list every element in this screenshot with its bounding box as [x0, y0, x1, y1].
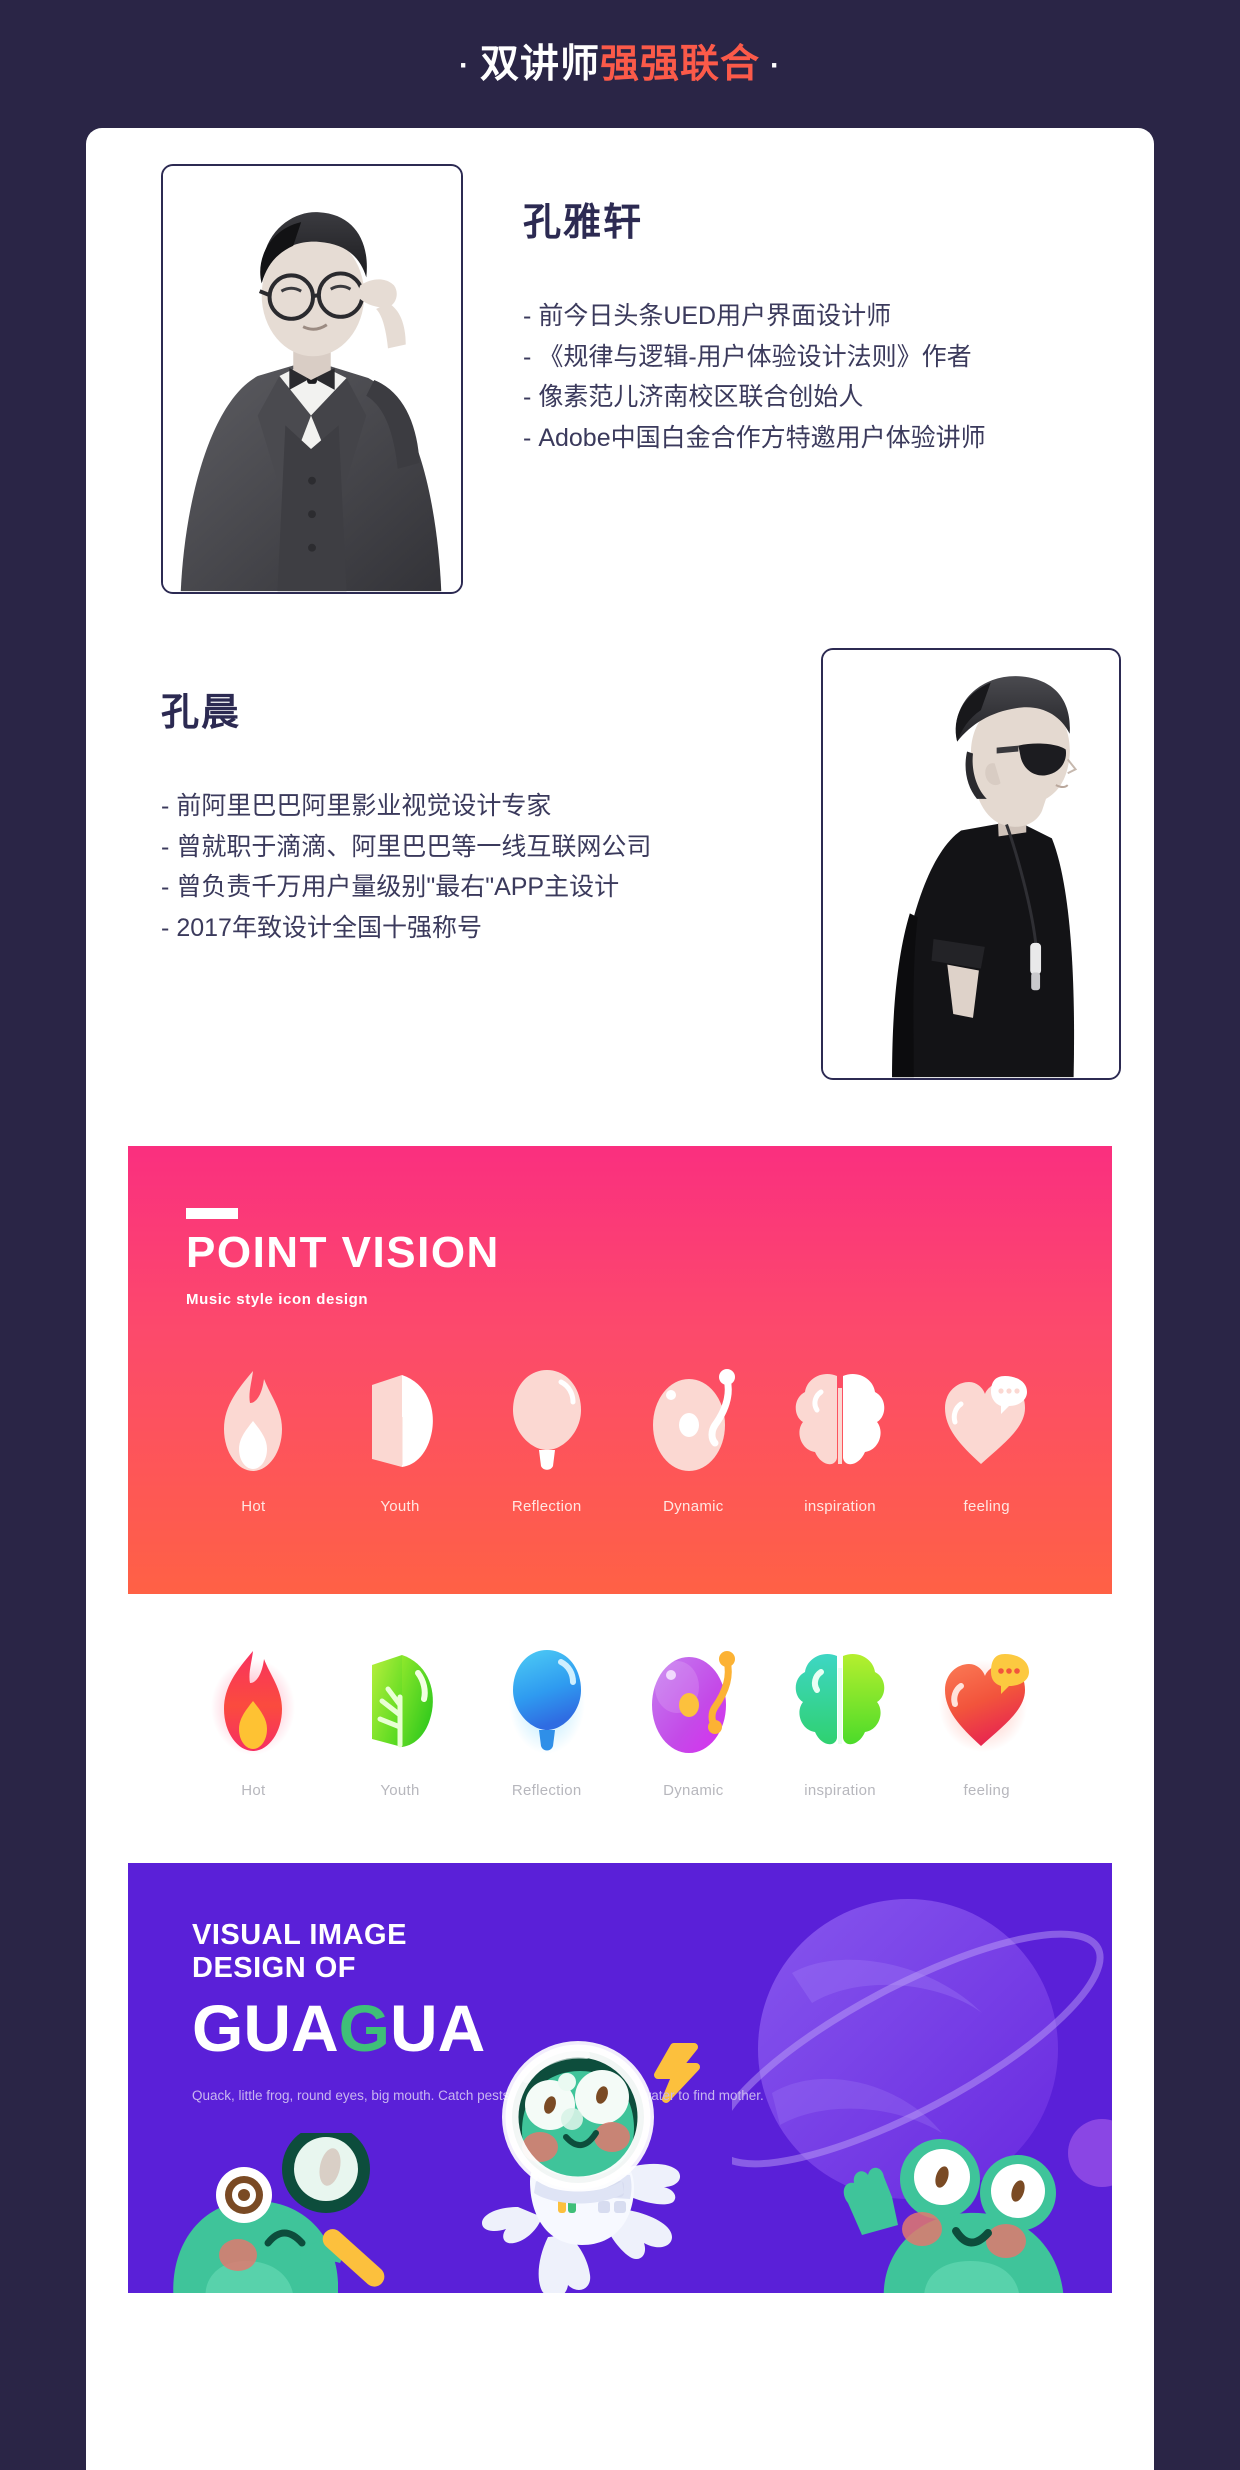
point-vision-rule	[186, 1208, 238, 1219]
list-item: - 曾负责千万用户量级别"最右"APP主设计	[161, 867, 781, 908]
instructor-block-1: 孔雅轩 - 前今日头条UED用户界面设计师 - 《规律与逻辑-用户体验设计法则》作者…	[86, 128, 1154, 594]
flame-icon	[180, 1366, 327, 1476]
point-vision-subtitle: Music style icon design	[186, 1291, 369, 1308]
list-item: - 前今日头条UED用户界面设计师	[523, 296, 986, 337]
list-item: - Adobe中国白金合作方特邀用户体验讲师	[523, 418, 986, 459]
promo-page: · 双讲师强强联合 · 孔雅轩 - 前今日头条UED用户界面设计师 - 《规律与…	[0, 0, 1240, 2470]
instructor-1-photo-frame	[161, 164, 463, 594]
guagua-line-2: DESIGN OF	[192, 1952, 357, 1985]
icon-cell-dynamic-color[interactable]: Dynamic	[620, 1646, 767, 1799]
guagua-word-pre: GUA	[192, 1991, 339, 2066]
instructor-block-2: 孔晨 - 前阿里巴巴阿里影业视觉设计专家 - 曾就职于滴滴、阿里巴巴等一线互联网公司…	[86, 594, 1154, 1080]
record-icon	[620, 1366, 767, 1476]
list-item: - 曾就职于滴滴、阿里巴巴等一线互联网公司	[161, 827, 781, 868]
lightbulb-icon	[473, 1366, 620, 1476]
bullet-dash: -	[523, 383, 532, 411]
icon-caption: feeling	[963, 1782, 1010, 1799]
heart-icon	[913, 1646, 1060, 1756]
icon-cell-inspiration[interactable]: inspiration	[767, 1366, 914, 1515]
instructor-1-bullets: - 前今日头条UED用户界面设计师 - 《规律与逻辑-用户体验设计法则》作者 - 像素…	[523, 296, 986, 458]
icon-caption: Hot	[241, 1782, 266, 1799]
instructor-2-portrait	[823, 650, 1119, 1078]
instructor-2-name: 孔晨	[161, 692, 242, 734]
icon-caption: Dynamic	[663, 1782, 724, 1799]
list-item: - 像素范儿济南校区联合创始人	[523, 377, 986, 418]
leaf-icon	[327, 1646, 474, 1756]
title-dot-left: ·	[458, 49, 470, 83]
icon-cell-hot-color[interactable]: Hot	[180, 1646, 327, 1799]
record-icon	[620, 1646, 767, 1756]
bullet-text: 《规律与逻辑-用户体验设计法则》作者	[538, 342, 972, 371]
bullet-dash: -	[523, 302, 532, 330]
instructor-2-bullets: - 前阿里巴巴阿里影业视觉设计专家 - 曾就职于滴滴、阿里巴巴等一线互联网公司 -曾…	[161, 786, 781, 948]
brain-icon	[767, 1646, 914, 1756]
guagua-banner: VISUAL IMAGE DESIGN OF GUAGUA Quack, lit…	[128, 1863, 1112, 2293]
flame-icon	[180, 1646, 327, 1756]
bullet-dash: -	[161, 832, 170, 861]
brain-icon	[767, 1366, 914, 1476]
point-vision-banner: POINT VISION Music style icon design Hot	[128, 1146, 1112, 1594]
icon-caption: inspiration	[804, 1498, 876, 1515]
instructor-1-name: 孔雅轩	[523, 202, 644, 244]
bullet-dash: -	[523, 423, 532, 452]
astronaut-frog-icon	[482, 2041, 681, 2293]
point-vision-title: POINT VISION	[186, 1228, 500, 1277]
icon-cell-reflection-color[interactable]: Reflection	[473, 1646, 620, 1799]
instructor-2-photo-frame	[821, 648, 1121, 1080]
icon-cell-feeling-color[interactable]: feeling	[913, 1646, 1060, 1799]
content-card: 孔雅轩 - 前今日头条UED用户界面设计师 - 《规律与逻辑-用户体验设计法则》作者…	[86, 128, 1154, 2470]
icon-caption: Youth	[380, 1498, 420, 1515]
icon-cell-feeling[interactable]: feeling	[913, 1366, 1060, 1515]
lightbulb-icon	[473, 1646, 620, 1756]
instructor-1-info: 孔雅轩 - 前今日头条UED用户界面设计师 - 《规律与逻辑-用户体验设计法则》作者…	[463, 164, 986, 594]
icon-cell-inspiration-color[interactable]: inspiration	[767, 1646, 914, 1799]
bullet-text: 2017年致设计全国十强称号	[176, 913, 482, 942]
title-accent-part: 强强联合	[600, 42, 761, 86]
icon-caption: feeling	[963, 1498, 1010, 1515]
bullet-text: 曾负责千万用户量级别"最右"APP主设计	[176, 873, 620, 901]
title-dot-right: ·	[770, 49, 782, 83]
point-vision-icon-row: Hot Youth Reflection Dynamic inspiration…	[128, 1366, 1112, 1515]
point-vision-heading-block: POINT VISION Music style icon design	[128, 1146, 1112, 1308]
heart-icon	[913, 1366, 1060, 1476]
list-item: - 前阿里巴巴阿里影业视觉设计专家	[161, 786, 781, 827]
page-header: · 双讲师强强联合 ·	[0, 0, 1240, 128]
bullet-dash: -	[161, 913, 170, 942]
bullet-text: 前阿里巴巴阿里影业视觉设计专家	[176, 792, 552, 820]
bullet-dash: -	[161, 792, 170, 820]
guagua-word-green-g: G	[338, 1991, 391, 2066]
detective-frog-icon	[173, 2133, 385, 2293]
icon-caption: Reflection	[511, 1782, 582, 1799]
instructor-1-portrait	[163, 166, 461, 592]
icon-caption: Youth	[380, 1782, 420, 1799]
leaf-icon	[327, 1366, 474, 1476]
list-item: - 《规律与逻辑-用户体验设计法则》作者	[523, 337, 986, 378]
color-icon-row: Hot Youth Reflection Dynamic inspiration…	[128, 1594, 1112, 1799]
bullet-dash: -	[161, 873, 170, 901]
icon-cell-dynamic[interactable]: Dynamic	[620, 1366, 767, 1515]
waving-frog-icon	[843, 2139, 1064, 2293]
guagua-line-1: VISUAL IMAGE	[192, 1919, 407, 1951]
bullet-text: Adobe中国白金合作方特邀用户体验讲师	[538, 423, 986, 452]
icon-caption: Dynamic	[663, 1498, 724, 1515]
list-item: -2017年致设计全国十强称号	[161, 908, 781, 949]
page-title: · 双讲师强强联合 ·	[449, 45, 791, 84]
icon-cell-youth-color[interactable]: Youth	[327, 1646, 474, 1799]
bullet-dash: -	[523, 342, 532, 371]
title-white-part: 双讲师	[479, 42, 600, 86]
icon-caption: Reflection	[511, 1498, 582, 1515]
icon-cell-hot[interactable]: Hot	[180, 1366, 327, 1515]
icon-cell-reflection[interactable]: Reflection	[473, 1366, 620, 1515]
instructor-2-info: 孔晨 - 前阿里巴巴阿里影业视觉设计专家 - 曾就职于滴滴、阿里巴巴等一线互联网公司…	[161, 648, 781, 1080]
bullet-text: 曾就职于滴滴、阿里巴巴等一线互联网公司	[176, 832, 652, 861]
icon-caption: inspiration	[804, 1782, 876, 1799]
bullet-text: 前今日头条UED用户界面设计师	[538, 302, 892, 330]
icon-cell-youth[interactable]: Youth	[327, 1366, 474, 1515]
icon-caption: Hot	[241, 1498, 266, 1515]
bullet-text: 像素范儿济南校区联合创始人	[538, 383, 864, 411]
